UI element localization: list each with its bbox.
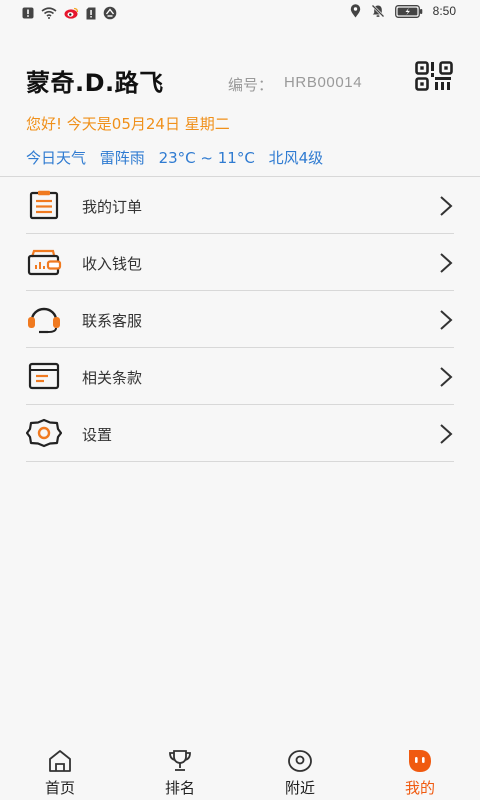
alert-icon bbox=[22, 7, 34, 19]
headset-icon bbox=[28, 307, 60, 334]
chevron-right-icon bbox=[440, 196, 453, 216]
trophy-icon bbox=[169, 750, 191, 771]
mute-icon bbox=[371, 4, 385, 18]
tab-label-ranking: 排名 bbox=[164, 779, 195, 797]
chevron-right-icon bbox=[440, 253, 453, 273]
menu-list: 我的订单 收入钱包 联系客服 相关条款 设置 bbox=[0, 177, 480, 462]
profile-icon bbox=[409, 750, 431, 772]
user-name: 蒙奇.D.路飞 bbox=[26, 69, 164, 97]
tab-ranking[interactable]: 排名 bbox=[120, 744, 240, 800]
menu-label-customer-service: 联系客服 bbox=[82, 312, 143, 330]
user-id: HRB00014 bbox=[284, 74, 363, 91]
qr-code-icon bbox=[415, 61, 453, 91]
sync-icon bbox=[103, 6, 117, 20]
location-icon bbox=[350, 4, 360, 18]
menu-label-terms: 相关条款 bbox=[82, 369, 143, 387]
status-right-icons: 8:50 bbox=[350, 4, 456, 18]
status-time: 8:50 bbox=[432, 4, 456, 18]
wallet-icon bbox=[27, 249, 62, 276]
menu-item-settings[interactable]: 设置 bbox=[0, 405, 480, 462]
menu-item-customer-service[interactable]: 联系客服 bbox=[0, 291, 480, 348]
sim-alert-icon bbox=[86, 7, 96, 19]
menu-label-orders: 我的订单 bbox=[82, 198, 143, 216]
order-icon bbox=[29, 190, 59, 220]
menu-item-wallet[interactable]: 收入钱包 bbox=[0, 234, 480, 291]
home-icon bbox=[49, 750, 71, 772]
weather-temperature: 23°C ~ 11°C bbox=[158, 149, 255, 167]
chevron-right-icon bbox=[440, 310, 453, 330]
terms-icon bbox=[28, 362, 60, 390]
greeting-date: 您好! 今天是05月24日 星期二 bbox=[26, 115, 230, 133]
battery-icon bbox=[394, 4, 422, 18]
bottom-tab-bar: 首页 排名 附近 我的 bbox=[0, 744, 480, 800]
weather-title: 今日天气 bbox=[26, 149, 87, 167]
weather-condition: 雷阵雨 bbox=[99, 149, 145, 167]
tab-label-nearby: 附近 bbox=[284, 779, 315, 797]
chevron-right-icon bbox=[440, 367, 453, 387]
menu-label-wallet: 收入钱包 bbox=[82, 255, 143, 273]
weather-info: 今日天气 雷阵雨 23°C ~ 11°C 北风4级 bbox=[26, 147, 332, 168]
menu-divider bbox=[26, 461, 454, 462]
tab-label-mine: 我的 bbox=[404, 779, 435, 797]
weather-wind: 北风4级 bbox=[268, 149, 324, 167]
weibo-icon bbox=[64, 7, 79, 19]
menu-item-orders[interactable]: 我的订单 bbox=[0, 177, 480, 234]
tab-mine[interactable]: 我的 bbox=[360, 744, 480, 800]
menu-label-settings: 设置 bbox=[82, 426, 113, 444]
qr-code-button[interactable] bbox=[414, 60, 454, 92]
status-bar: 8:50 bbox=[0, 0, 480, 28]
status-left-icons bbox=[22, 6, 117, 20]
wifi-icon bbox=[41, 7, 57, 19]
user-id-label: 编号： bbox=[228, 77, 274, 94]
menu-item-terms[interactable]: 相关条款 bbox=[0, 348, 480, 405]
chevron-right-icon bbox=[440, 424, 453, 444]
tab-home[interactable]: 首页 bbox=[0, 744, 120, 800]
location-pin-icon bbox=[288, 750, 312, 772]
tab-nearby[interactable]: 附近 bbox=[240, 744, 360, 800]
user-header: 蒙奇.D.路飞 编号： HRB00014 您好! 今天是05月24日 星期二 今… bbox=[0, 50, 480, 176]
tab-label-home: 首页 bbox=[44, 779, 75, 797]
settings-icon bbox=[26, 418, 62, 448]
